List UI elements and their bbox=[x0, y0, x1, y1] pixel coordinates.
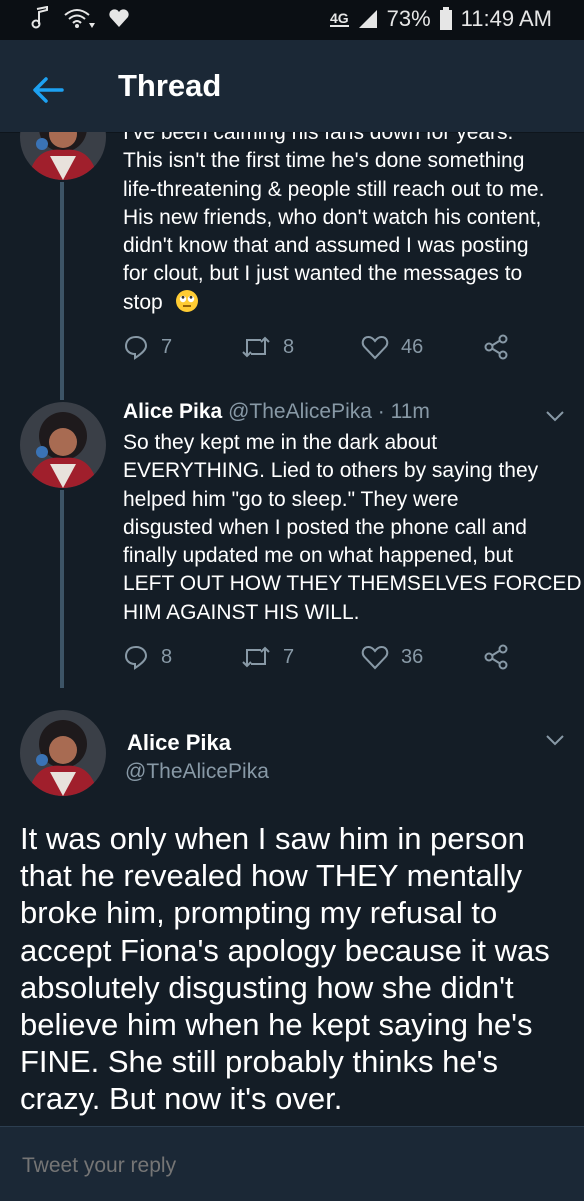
tweet-text-fragment: stop bbox=[123, 290, 163, 314]
like-action[interactable]: 46 bbox=[361, 334, 423, 360]
page-title: Thread bbox=[118, 68, 222, 103]
clock-time: 11:49 AM bbox=[460, 6, 552, 31]
heart-status-icon bbox=[109, 9, 129, 27]
tweet-menu-button[interactable] bbox=[543, 728, 567, 752]
author-handle[interactable]: @TheAlicePika bbox=[228, 400, 372, 423]
tweet-text-line: didn't know that and assumed I was posti… bbox=[123, 234, 529, 258]
avatar[interactable] bbox=[20, 402, 106, 488]
share-action[interactable] bbox=[483, 644, 509, 670]
signal-icon bbox=[358, 10, 377, 28]
author-handle[interactable]: @TheAlicePika bbox=[125, 760, 269, 784]
music-note-icon bbox=[31, 6, 48, 29]
reply-input[interactable] bbox=[20, 1153, 544, 1179]
tweet-text-line: finally updated me on what happened, but bbox=[123, 544, 513, 568]
tweet-actions: 7 8 46 bbox=[123, 334, 523, 366]
tweet-actions: 8 7 36 bbox=[123, 644, 523, 676]
reply-icon bbox=[124, 335, 148, 360]
like-action[interactable]: 36 bbox=[361, 644, 423, 670]
tweet-menu-button[interactable] bbox=[543, 404, 567, 428]
battery-icon bbox=[439, 7, 452, 30]
back-button[interactable] bbox=[28, 70, 68, 110]
tweet-text-line: EVERYTHING. Lied to others by saying the… bbox=[123, 459, 539, 483]
thread-connector-line bbox=[60, 490, 64, 688]
wifi-calling-icon bbox=[64, 9, 95, 28]
share-action[interactable] bbox=[483, 334, 509, 360]
tweet-text-line: This isn't the first time he's done some… bbox=[123, 149, 525, 173]
avatar[interactable] bbox=[20, 132, 106, 180]
status-bar-right: 4G 73% 11:49 AM bbox=[329, 6, 552, 32]
author-name[interactable]: Alice Pika bbox=[123, 400, 222, 423]
tweet-text-line: I've been calming his fans down for year… bbox=[123, 132, 514, 144]
tweet-text-line: accept Fiona's apology because it was bbox=[20, 932, 550, 968]
retweet-count: 8 bbox=[283, 335, 295, 358]
tweet-text-line: His new friends, who don't watch his con… bbox=[123, 205, 542, 229]
thread-connector-line bbox=[60, 182, 64, 400]
like-count: 36 bbox=[401, 645, 424, 668]
status-bar-left-icons bbox=[30, 6, 130, 30]
retweet-icon bbox=[242, 336, 270, 358]
tweet-text-line: absolutely disgusting how she didn't bbox=[20, 969, 514, 1005]
status-bar: 4G 73% 11:49 AM bbox=[0, 0, 584, 40]
tweet-text: So they kept me in the dark about EVERYT… bbox=[123, 429, 582, 627]
tweet-text-line: helped him "go to sleep." They were bbox=[123, 487, 459, 511]
tweet-text-line: broke him, prompting my refusal to bbox=[20, 895, 498, 931]
reply-action[interactable]: 7 bbox=[123, 334, 172, 360]
share-icon bbox=[484, 644, 508, 670]
author-name[interactable]: Alice Pika bbox=[127, 730, 231, 756]
avatar[interactable] bbox=[20, 710, 106, 796]
tweet-author-row: Alice Pika @TheAlicePika · 11m bbox=[123, 400, 430, 424]
like-count: 46 bbox=[401, 335, 424, 358]
battery-percent: 73% bbox=[386, 6, 431, 31]
tweet-text-line: stop bbox=[123, 289, 563, 317]
retweet-action[interactable]: 7 bbox=[241, 644, 294, 670]
tweet-text: I've been calming his fans down for year… bbox=[123, 132, 563, 317]
retweet-icon bbox=[242, 646, 270, 668]
avatar-image-icon bbox=[20, 402, 106, 488]
network-type-label: 4G bbox=[329, 10, 349, 27]
tweet-timestamp: · 11m bbox=[377, 400, 430, 423]
heart-icon bbox=[361, 645, 389, 670]
tweet-text-line: believe him when he kept saying he's bbox=[20, 1007, 533, 1043]
tweet-text-line: HIM AGAINST HIS WILL. bbox=[123, 600, 360, 624]
back-arrow-icon bbox=[33, 77, 64, 103]
eye-roll-emoji-icon bbox=[175, 289, 198, 312]
tweet-text-line: FINE. She still probably thinks he's bbox=[20, 1044, 499, 1080]
reply-count: 8 bbox=[161, 645, 173, 668]
reply-icon bbox=[124, 645, 148, 670]
tweet-text-line: It was only when I saw him in person bbox=[20, 821, 525, 856]
tweet-text-line: LEFT OUT HOW THEY THEMSELVES FORCED bbox=[123, 572, 582, 596]
app-header: Thread bbox=[0, 40, 584, 133]
tweet-text-line: for clout, but I just wanted the message… bbox=[123, 262, 523, 286]
heart-icon bbox=[361, 335, 389, 360]
tweet-text-line: crazy. But now it's over. bbox=[20, 1081, 343, 1117]
focused-tweet-text: It was only when I saw him in person tha… bbox=[20, 820, 580, 1118]
reply-count: 7 bbox=[161, 335, 173, 358]
reply-bar bbox=[0, 1126, 584, 1201]
tweet-text-line: that he revealed how THEY mentally bbox=[20, 858, 523, 894]
avatar-image-icon bbox=[20, 132, 106, 180]
tweet-text-line: life-threatening & people still reach ou… bbox=[123, 177, 545, 201]
reply-action[interactable]: 8 bbox=[123, 644, 172, 670]
chevron-down-icon bbox=[546, 411, 564, 422]
retweet-action[interactable]: 8 bbox=[241, 334, 294, 360]
tweet-text-line: disgusted when I posted the phone call a… bbox=[123, 515, 527, 539]
avatar-image-icon bbox=[20, 710, 106, 796]
tweet-text-line: So they kept me in the dark about bbox=[123, 431, 438, 454]
chevron-down-icon bbox=[546, 735, 564, 746]
retweet-count: 7 bbox=[283, 645, 295, 668]
thread-content[interactable]: I've been calming his fans down for year… bbox=[0, 132, 584, 1126]
share-icon bbox=[484, 334, 508, 360]
